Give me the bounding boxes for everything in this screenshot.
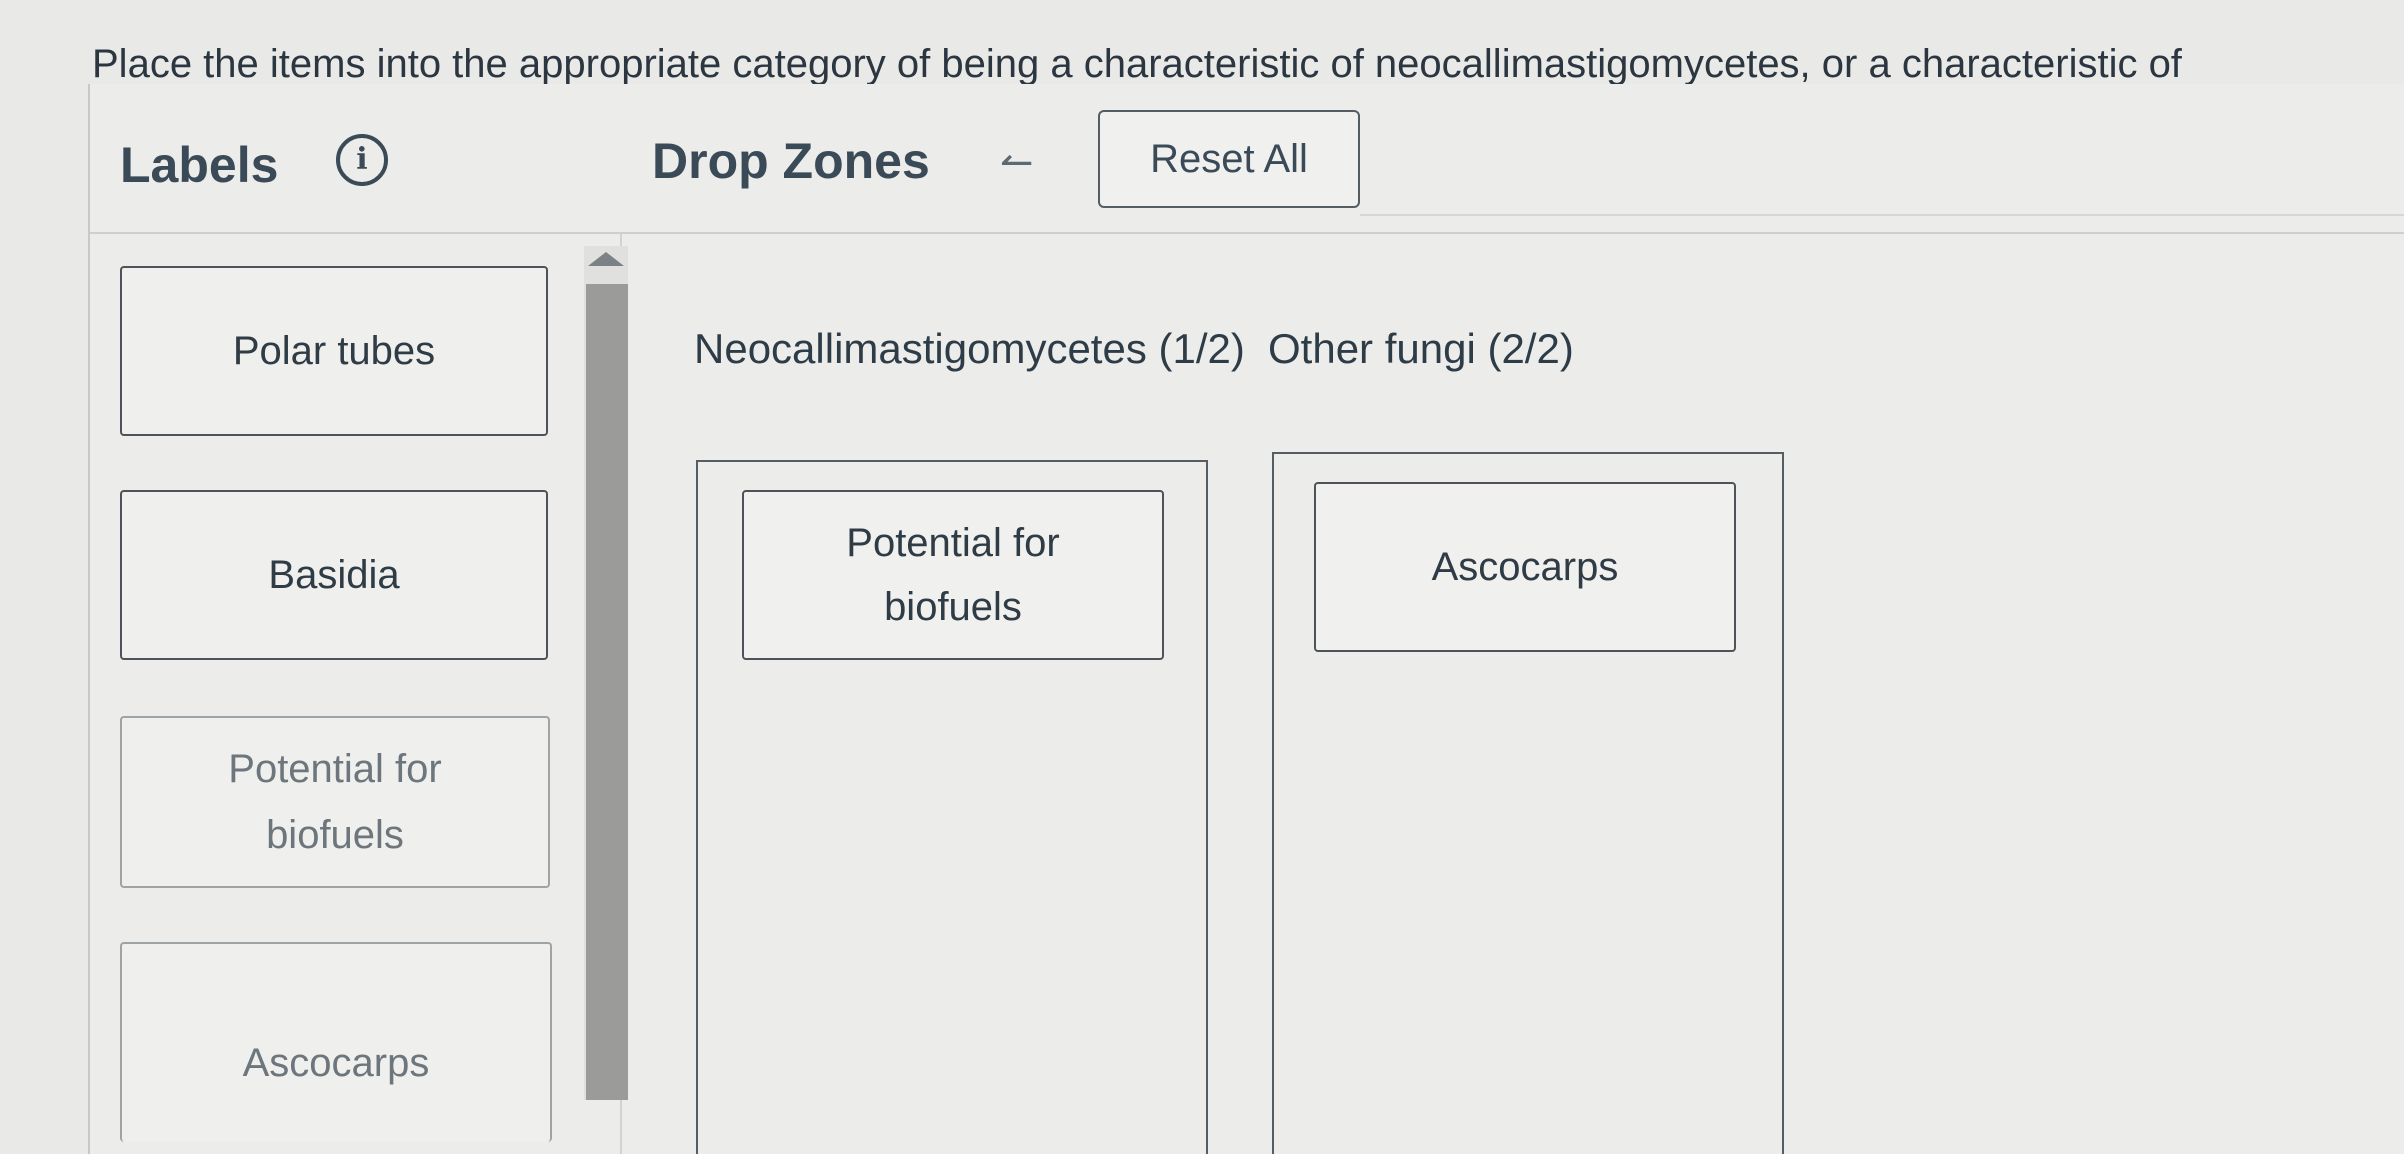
placed-card-ascocarps[interactable]: Ascocarps [1314, 482, 1736, 652]
label-card-ascocarps[interactable]: Ascocarps [120, 942, 552, 1142]
labels-scrollbar-thumb[interactable] [586, 284, 628, 1100]
undo-arrow-icon[interactable]: ↼ [1000, 140, 1034, 186]
label-card-polar-tubes[interactable]: Polar tubes [120, 266, 548, 436]
instructions-text: Place the items into the appropriate cat… [92, 42, 2182, 86]
header-divider [90, 232, 2404, 234]
labels-heading: Labels [120, 137, 279, 193]
drop-zone-title-neocallimastigomycetes: Neocallimastigomycetes (1/2) [694, 325, 1245, 372]
reset-all-button[interactable]: Reset All [1098, 110, 1360, 208]
label-card-text: Polar tubes [232, 329, 436, 373]
info-icon[interactable]: i [336, 134, 388, 186]
drop-zone-title-other-fungi: Other fungi (2/2) [1268, 325, 1574, 372]
label-card-potential-for-biofuels[interactable]: Potential for biofuels [120, 716, 550, 888]
placed-card-text: Ascocarps [1431, 545, 1619, 589]
label-card-text: Ascocarps [242, 1041, 430, 1085]
placed-card-text: Potential for biofuels [846, 521, 1060, 629]
drop-zones-heading: Drop Zones [652, 133, 930, 189]
scroll-up-arrow-icon[interactable] [588, 252, 624, 266]
header-divider-right [1360, 214, 2404, 216]
placed-card-potential-for-biofuels[interactable]: Potential for biofuels [742, 490, 1164, 660]
label-card-basidia[interactable]: Basidia [120, 490, 548, 660]
label-card-text: Potential for biofuels [228, 747, 442, 857]
label-card-text: Basidia [268, 553, 400, 597]
